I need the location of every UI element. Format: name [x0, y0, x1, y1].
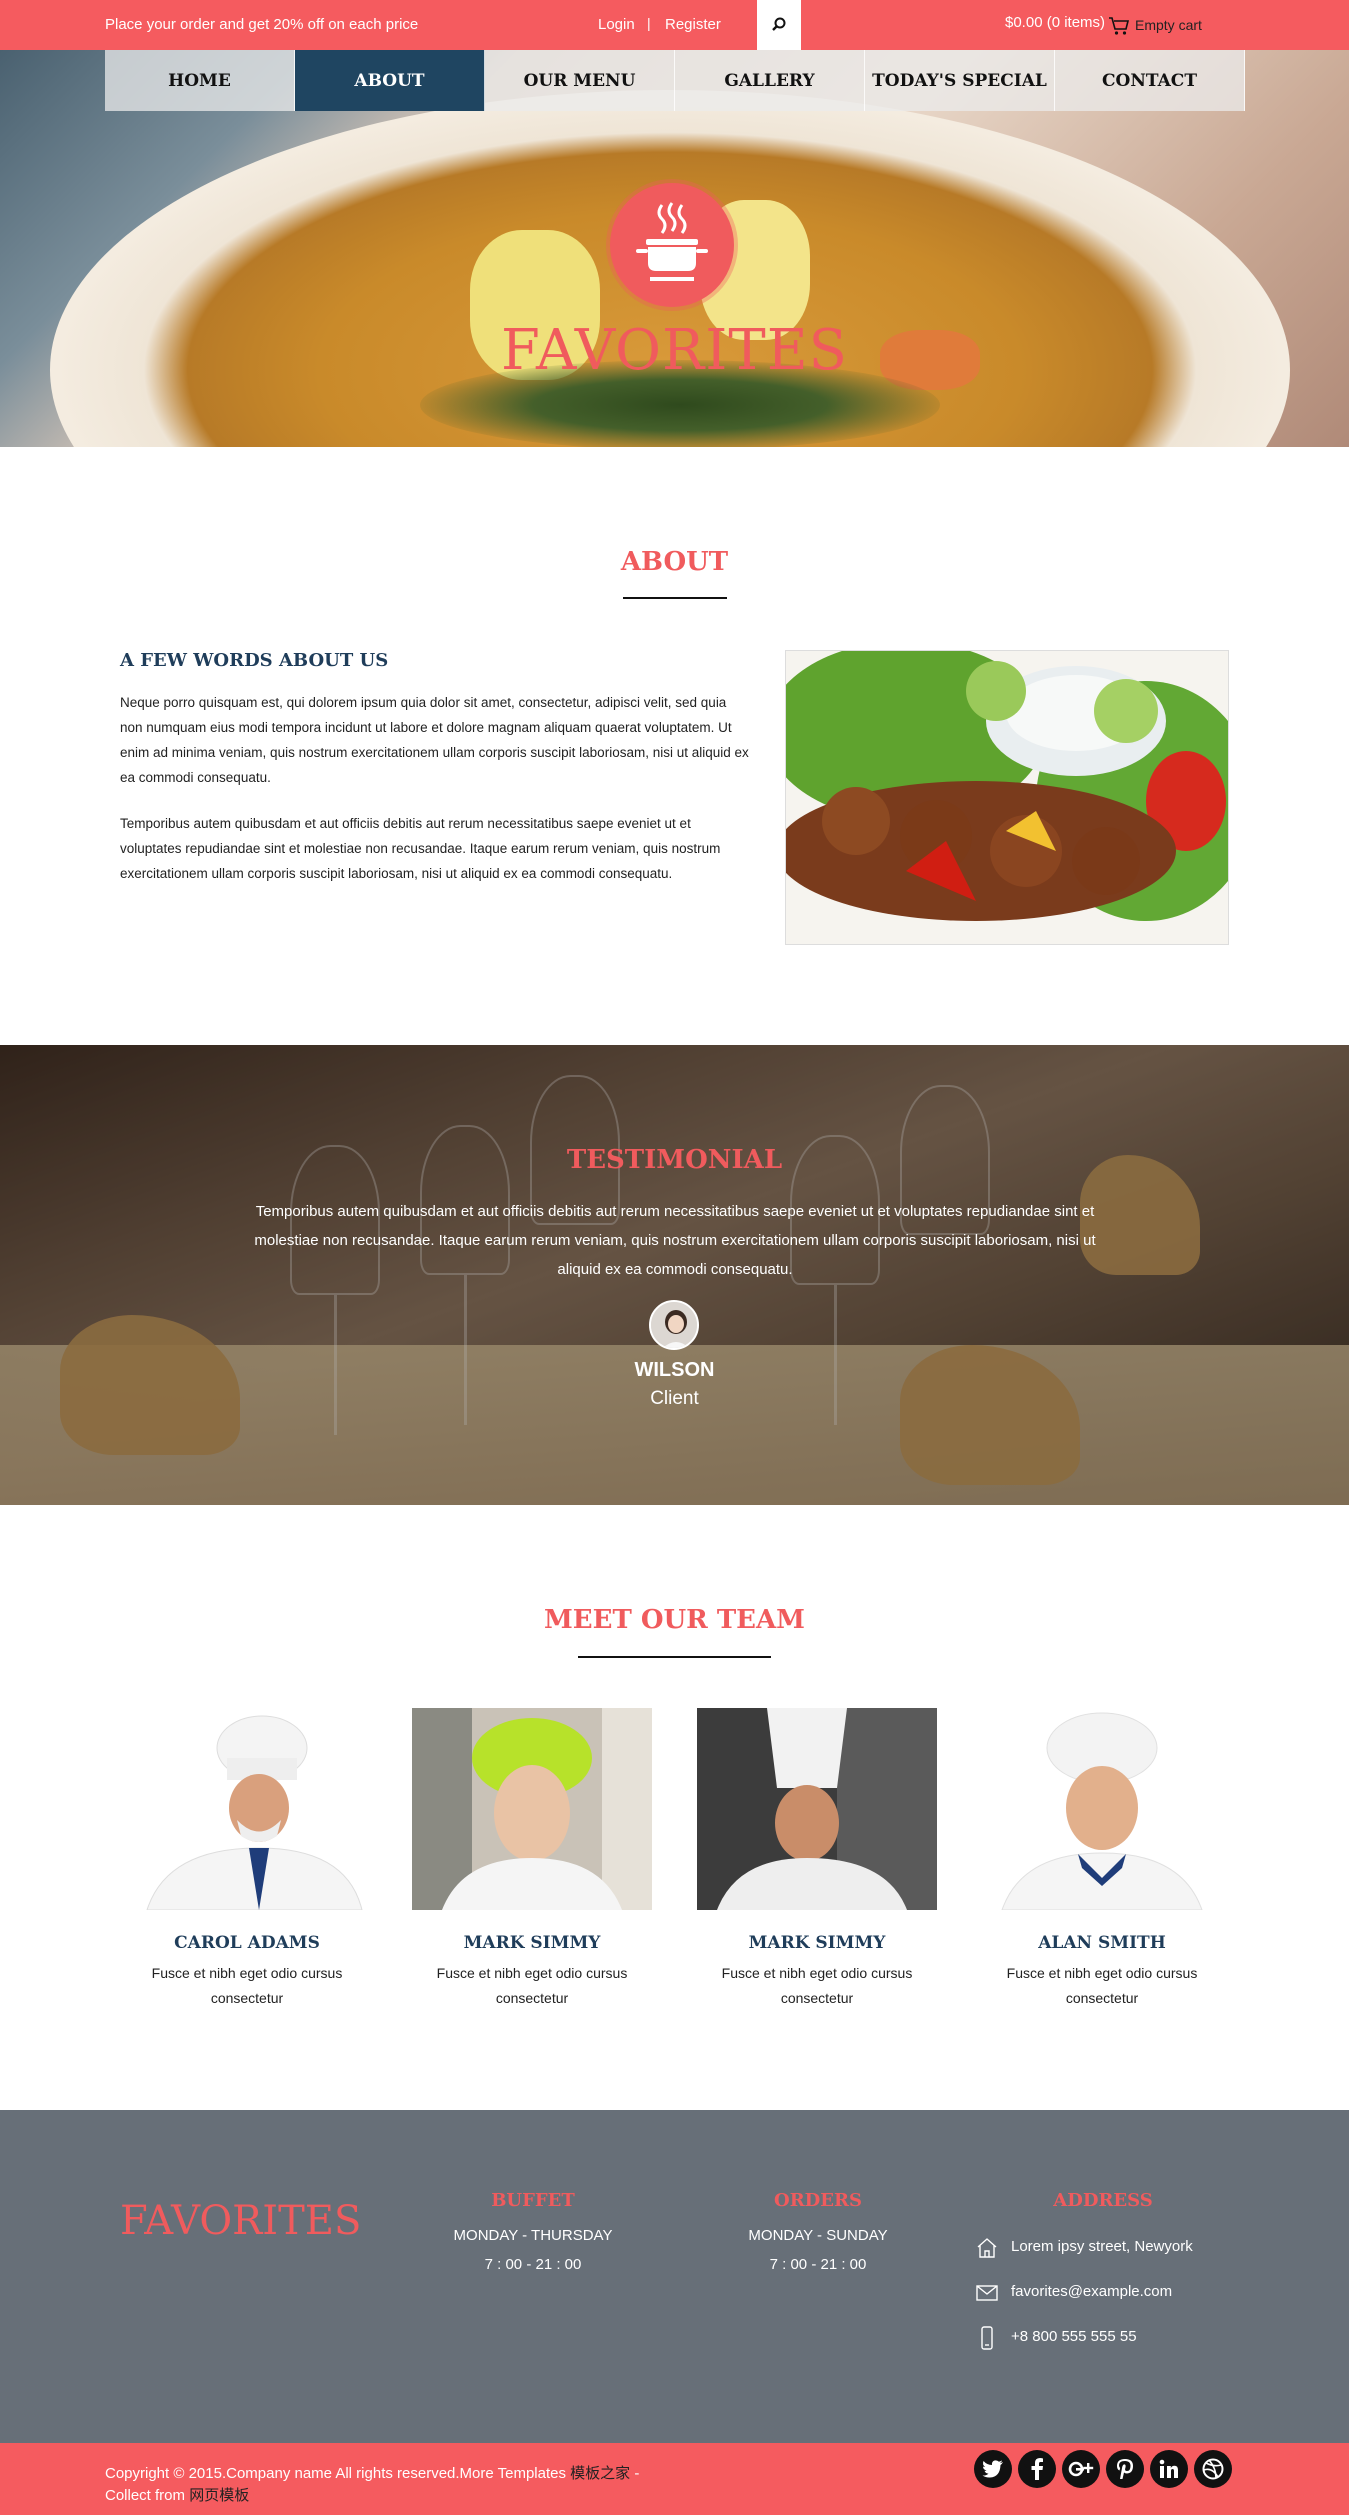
cart-total[interactable]: $0.00 (0 items) — [1005, 14, 1105, 31]
pinterest-icon[interactable] — [1106, 2450, 1144, 2488]
linkedin-icon[interactable] — [1150, 2450, 1188, 2488]
address-phone: +8 800 555 555 55 — [1011, 2328, 1137, 2345]
copyright-text: Copyright © 2015.Company name All rights… — [105, 2465, 566, 2482]
phone-icon — [981, 2326, 993, 2350]
avatar — [649, 1300, 699, 1350]
collect-link[interactable]: 网页模板 — [189, 2487, 249, 2504]
team-title: MEET OUR TEAM — [544, 1605, 805, 1635]
google-plus-icon[interactable] — [1062, 2450, 1100, 2488]
about-title: ABOUT — [620, 547, 729, 577]
testimonial-title: TESTIMONIAL — [566, 1145, 783, 1175]
search-icon — [772, 17, 786, 31]
main-nav: HOME ABOUT OUR MENU GALLERY TODAY'S SPEC… — [105, 50, 1245, 111]
register-link[interactable]: Register — [665, 16, 721, 33]
nav-todays-special[interactable]: TODAY'S SPECIAL — [865, 50, 1055, 111]
team-member-desc: Fusce et nibh eget odio cursus consectet… — [436, 1965, 628, 2006]
testimonial-text: Temporibus autem quibusdam et aut offici… — [254, 1203, 1096, 1278]
about-paragraph-2: Temporibus autem quibusdam et aut offici… — [120, 816, 721, 881]
team-member-name: MARK SIMMY — [748, 1933, 886, 1953]
login-link[interactable]: Login — [598, 16, 635, 33]
testimonial-role: Client — [650, 1388, 699, 1409]
nav-about[interactable]: ABOUT — [295, 50, 485, 111]
cart-icon[interactable] — [1108, 16, 1130, 36]
footer-brand: FAVORITES — [120, 2198, 362, 2244]
footer: FAVORITES BUFFET MONDAY - THURSDAY 7 : 0… — [0, 2110, 1349, 2443]
buffet-hours: 7 : 00 - 21 : 00 — [484, 2256, 582, 2273]
promo-text: Place your order and get 20% off on each… — [105, 16, 419, 33]
about-underline — [623, 597, 727, 599]
team-photo — [412, 1708, 652, 1910]
team-member-name: CAROL ADAMS — [174, 1933, 320, 1953]
team-underline — [578, 1656, 771, 1658]
buffet-days: MONDAY - THURSDAY — [453, 2227, 613, 2244]
team-member-desc: Fusce et nibh eget odio cursus consectet… — [151, 1965, 343, 2006]
buffet-title: BUFFET — [491, 2190, 575, 2211]
mail-icon — [976, 2285, 998, 2301]
about-subtitle: A FEW WORDS ABOUT US — [120, 650, 389, 671]
orders-title: ORDERS — [774, 2190, 862, 2211]
team-member-name: ALAN SMITH — [1038, 1933, 1166, 1953]
twitter-icon[interactable] — [974, 2450, 1012, 2488]
templates-link[interactable]: 模板之家 — [570, 2465, 630, 2482]
cooking-pot-logo — [610, 183, 734, 307]
top-bar: Place your order and get 20% off on each… — [0, 0, 1349, 50]
nav-gallery[interactable]: GALLERY — [675, 50, 865, 111]
dribbble-icon[interactable] — [1194, 2450, 1232, 2488]
about-paragraph-1: Neque porro quisquam est, qui dolorem ip… — [120, 695, 749, 785]
cooking-pot-icon — [636, 202, 708, 281]
kebab-dish-image — [785, 650, 1229, 945]
team-member-desc: Fusce et nibh eget odio cursus consectet… — [721, 1965, 913, 2006]
orders-hours: 7 : 00 - 21 : 00 — [769, 2256, 867, 2273]
orders-days: MONDAY - SUNDAY — [748, 2227, 888, 2244]
separator: | — [647, 15, 651, 31]
nav-home[interactable]: HOME — [105, 50, 295, 111]
team-member-desc: Fusce et nibh eget odio cursus consectet… — [1006, 1965, 1198, 2006]
copyright: Copyright © 2015.Company name All rights… — [105, 2463, 705, 2507]
facebook-icon[interactable] — [1018, 2450, 1056, 2488]
address-email[interactable]: favorites@example.com — [1011, 2283, 1172, 2300]
bottom-bar: Copyright © 2015.Company name All rights… — [0, 2443, 1349, 2515]
collect-text: Collect from — [105, 2487, 186, 2504]
address-street: Lorem ipsy street, Newyork — [1011, 2238, 1193, 2255]
testimonial-name: WILSON — [634, 1359, 715, 1381]
nav-our-menu[interactable]: OUR MENU — [485, 50, 675, 111]
address-title: ADDRESS — [1053, 2190, 1153, 2211]
search-button[interactable] — [757, 0, 801, 50]
team-member-name: MARK SIMMY — [463, 1933, 601, 1953]
cart-label[interactable]: Empty cart — [1135, 17, 1202, 33]
nav-contact[interactable]: CONTACT — [1055, 50, 1245, 111]
team-photo — [697, 1708, 937, 1910]
home-icon — [977, 2238, 997, 2258]
dash: - — [630, 2465, 640, 2482]
team-photo — [982, 1708, 1222, 1910]
hero-brand-title: FAVORITES — [501, 318, 848, 383]
team-photo — [127, 1708, 367, 1910]
